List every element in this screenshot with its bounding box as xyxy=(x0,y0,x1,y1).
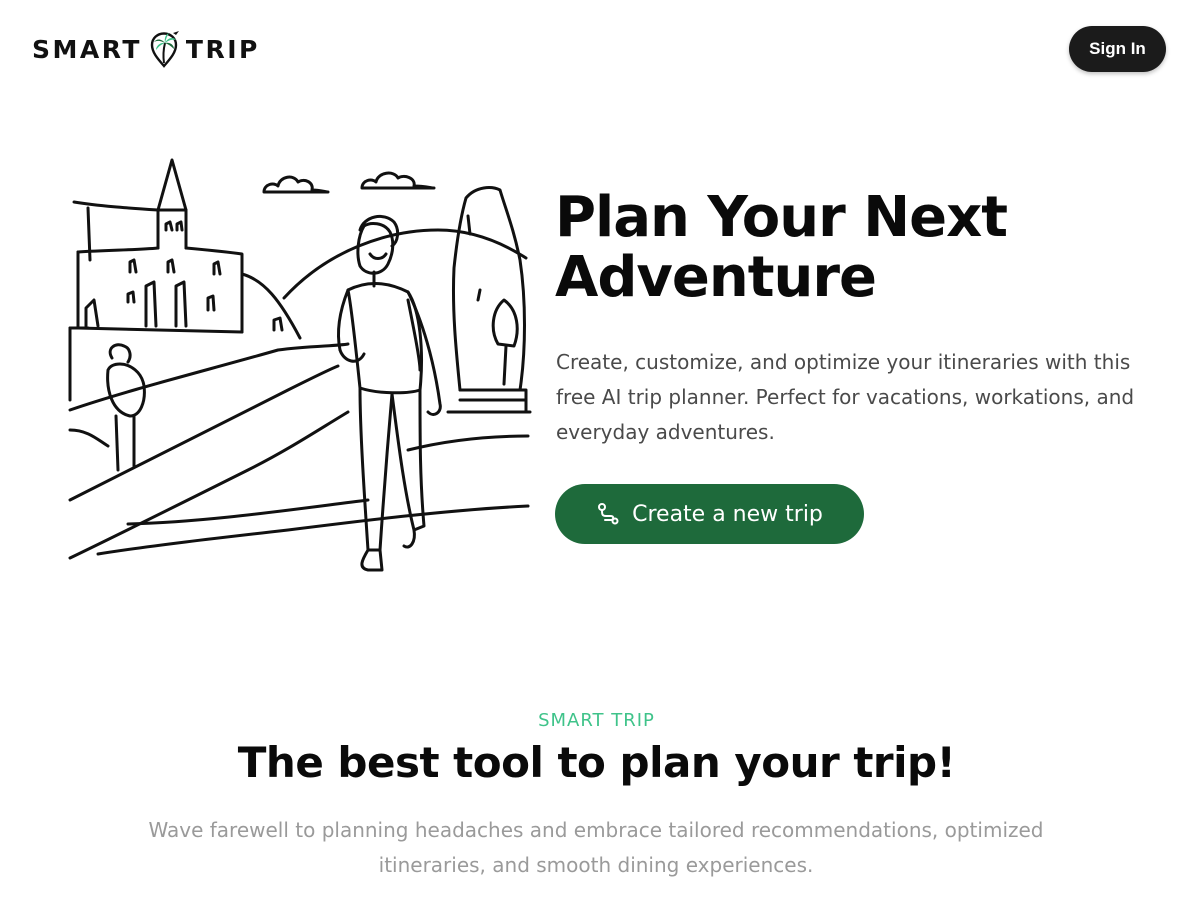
hero-title-line-2: Adventure xyxy=(555,245,877,310)
sign-in-button[interactable]: Sign In xyxy=(1069,26,1166,72)
create-trip-label: Create a new trip xyxy=(632,501,823,527)
logo-word-trip: TRIP xyxy=(185,34,260,64)
logo-word-smart: SMART xyxy=(32,34,142,64)
hero-description: Create, customize, and optimize your iti… xyxy=(556,350,1135,444)
logo[interactable]: SMART TRIP xyxy=(32,28,260,70)
route-icon xyxy=(598,503,619,525)
features-title: The best tool to plan your trip! xyxy=(237,738,956,787)
hero-title: Plan Your Next Adventure xyxy=(555,188,1155,308)
create-trip-button[interactable]: Create a new trip xyxy=(555,484,864,544)
features-description: Wave farewell to planning headaches and … xyxy=(148,818,1044,877)
features-eyebrow: SMART TRIP xyxy=(538,710,655,731)
site-header: SMART TRIP Sign In xyxy=(0,0,1193,100)
palm-tree-pin-icon xyxy=(150,31,179,68)
traveler-sketch-illustration xyxy=(68,158,532,572)
hero-title-line-1: Plan Your Next xyxy=(555,185,1008,250)
